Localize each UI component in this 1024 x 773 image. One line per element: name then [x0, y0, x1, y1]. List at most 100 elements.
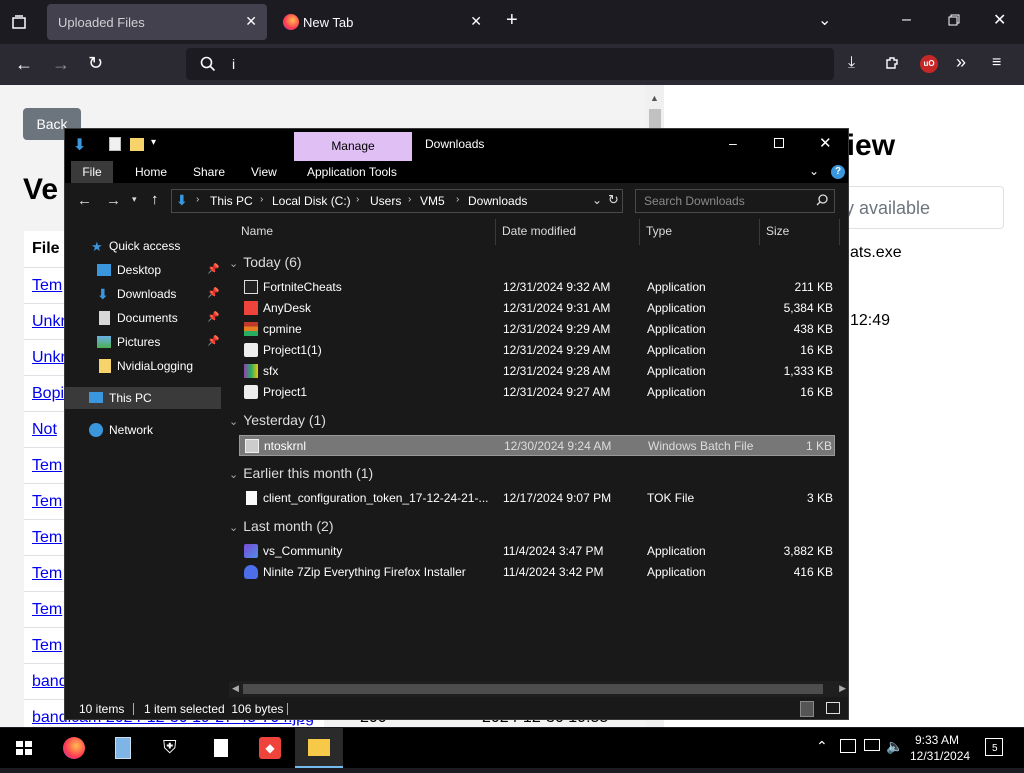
details-view-icon[interactable] [800, 701, 814, 717]
breadcrumb-local-disk[interactable]: Local Disk (C:) [272, 194, 351, 208]
file-row[interactable]: cpmine 12/31/2024 9:29 AM Application 43… [239, 319, 835, 340]
close-icon[interactable]: ✕ [819, 134, 832, 152]
scroll-left-icon[interactable]: ◀ [232, 683, 239, 694]
help-icon[interactable]: ? [831, 165, 845, 179]
network-status-icon[interactable] [840, 739, 856, 753]
nav-network[interactable]: Network [65, 419, 221, 441]
breadcrumb-this-pc[interactable]: This PC [210, 194, 253, 208]
search-box[interactable]: Search Downloads [635, 189, 835, 213]
reload-icon[interactable]: ↻ [88, 54, 103, 72]
forward-arrow-icon[interactable]: → [52, 55, 70, 73]
download-icon[interactable]: ⤓ [848, 55, 855, 71]
nav-this-pc[interactable]: This PC [65, 387, 221, 409]
new-tab-icon[interactable]: + [506, 10, 518, 30]
up-arrow-icon[interactable]: ↑ [151, 191, 159, 208]
table-row[interactable]: band [24, 663, 68, 699]
nav-pictures[interactable]: Pictures 📌 [65, 331, 221, 353]
group-header[interactable]: ⌄ Last month (2) [229, 514, 333, 538]
column-type[interactable]: Type [640, 219, 760, 245]
back-arrow-icon[interactable]: ← [15, 55, 33, 73]
file-row[interactable]: AnyDesk 12/31/2024 9:31 AM Application 5… [239, 298, 835, 319]
new-folder-icon[interactable] [130, 138, 144, 151]
chevron-up-icon[interactable]: ⌃ [816, 738, 828, 755]
file-row[interactable]: Project1 12/31/2024 9:27 AM Application … [239, 382, 835, 403]
monitor-icon[interactable] [864, 739, 880, 751]
nav-downloads[interactable]: ⬇ Downloads 📌 [65, 283, 221, 305]
tab-view[interactable]: View [241, 161, 287, 183]
breadcrumb-downloads[interactable]: Downloads [468, 194, 527, 208]
notepad-taskbar-icon[interactable] [99, 728, 147, 768]
hamburger-menu-icon[interactable]: ≡ [992, 55, 1001, 71]
file-row[interactable]: Project1(1) 12/31/2024 9:29 AM Applicati… [239, 340, 835, 361]
minimize-icon[interactable]: – [729, 135, 737, 151]
tab-new-tab[interactable]: New Tab ✕ [272, 4, 492, 40]
manage-tab[interactable]: Manage [294, 132, 412, 161]
properties-icon[interactable] [109, 137, 121, 151]
file-row[interactable]: vs_Community 11/4/2024 3:47 PM Applicati… [239, 541, 835, 562]
security-taskbar-icon[interactable]: ⛨ [148, 728, 196, 768]
quick-access-dropdown-icon[interactable]: ▾ [151, 137, 156, 148]
close-tab-icon[interactable]: ✕ [470, 13, 482, 30]
notification-center-icon[interactable]: 5 [985, 738, 1003, 756]
horizontal-scrollbar[interactable]: ◀ ▶ [229, 681, 848, 697]
chevron-down-icon[interactable]: ⌄ [592, 193, 602, 207]
url-bar[interactable]: i [186, 48, 834, 80]
extensions-icon[interactable] [884, 55, 900, 75]
file-row[interactable]: sfx 12/31/2024 9:28 AM Application 1,333… [239, 361, 835, 382]
refresh-icon[interactable]: ↻ [608, 192, 619, 208]
column-size[interactable]: Size [760, 219, 840, 245]
group-header[interactable]: ⌄ Today (6) [229, 250, 302, 274]
chevron-down-icon[interactable]: ⌄ [818, 13, 831, 29]
column-date-modified[interactable]: Date modified [496, 219, 640, 245]
firefox-taskbar-icon[interactable] [50, 728, 98, 768]
nav-quick-access[interactable]: ★ Quick access [65, 235, 221, 257]
breadcrumb-vm5[interactable]: VM5 [420, 194, 445, 208]
column-name[interactable]: Name [235, 219, 496, 245]
folder-taskbar-icon[interactable] [295, 728, 343, 768]
table-row[interactable]: Tem [24, 519, 68, 555]
overflow-chevrons-icon[interactable]: » [956, 53, 966, 71]
tab-application-tools[interactable]: Application Tools [297, 161, 407, 183]
group-header[interactable]: ⌄ Earlier this month (1) [229, 461, 373, 485]
breadcrumb-users[interactable]: Users [370, 194, 401, 208]
clock-date[interactable]: 12/31/2024 [910, 749, 970, 763]
nav-nvidialogging[interactable]: NvidiaLogging [65, 355, 221, 377]
anydesk-taskbar-icon[interactable]: ◆ [246, 728, 294, 768]
table-row[interactable]: Tem [24, 267, 68, 303]
tab-home[interactable]: Home [125, 161, 177, 183]
table-row[interactable]: Bopi [24, 375, 68, 411]
forward-arrow-icon[interactable]: → [106, 192, 121, 209]
file-row[interactable]: ntoskrnl 12/30/2024 9:24 AM Windows Batc… [239, 435, 835, 456]
restore-icon[interactable] [948, 14, 960, 30]
maximize-icon[interactable] [774, 138, 784, 148]
volume-muted-icon[interactable]: 🔈 [886, 738, 903, 755]
table-row[interactable]: Not [24, 411, 68, 447]
table-row[interactable]: Tem [24, 483, 68, 519]
recent-locations-icon[interactable]: ▾ [132, 194, 137, 205]
file-row[interactable]: Ninite 7Zip Everything Firefox Installer… [239, 562, 835, 583]
table-row[interactable]: Tem [24, 591, 68, 627]
back-arrow-icon[interactable]: ← [77, 192, 92, 209]
tab-file[interactable]: File [71, 161, 113, 183]
table-row[interactable]: Tem [24, 555, 68, 591]
minimize-icon[interactable]: – [902, 12, 911, 28]
tab-list-icon[interactable] [11, 14, 27, 34]
expand-ribbon-icon[interactable]: ⌄ [809, 164, 819, 178]
start-button[interactable] [0, 728, 48, 768]
file-row[interactable]: FortniteCheats 12/31/2024 9:32 AM Applic… [239, 277, 835, 298]
nav-desktop[interactable]: Desktop 📌 [65, 259, 221, 281]
scrollbar-thumb[interactable] [243, 684, 823, 694]
table-row[interactable]: Unkn [24, 303, 68, 339]
tab-share[interactable]: Share [183, 161, 235, 183]
table-row[interactable]: Unkn [24, 339, 68, 375]
scroll-right-icon[interactable]: ▶ [839, 683, 846, 694]
ublock-icon[interactable]: uO [920, 55, 938, 73]
group-header[interactable]: ⌄ Yesterday (1) [229, 408, 326, 432]
close-tab-icon[interactable]: ✕ [245, 13, 257, 30]
table-row[interactable]: Tem [24, 447, 68, 483]
file-row[interactable]: client_configuration_token_17-12-24-21-.… [239, 488, 835, 509]
nav-documents[interactable]: Documents 📌 [65, 307, 221, 329]
address-bar[interactable]: ⬇ › This PC › Local Disk (C:) › Users › … [171, 189, 623, 213]
explorer-taskbar-icon[interactable] [197, 728, 245, 768]
scroll-up-icon[interactable]: ▲ [650, 93, 659, 103]
